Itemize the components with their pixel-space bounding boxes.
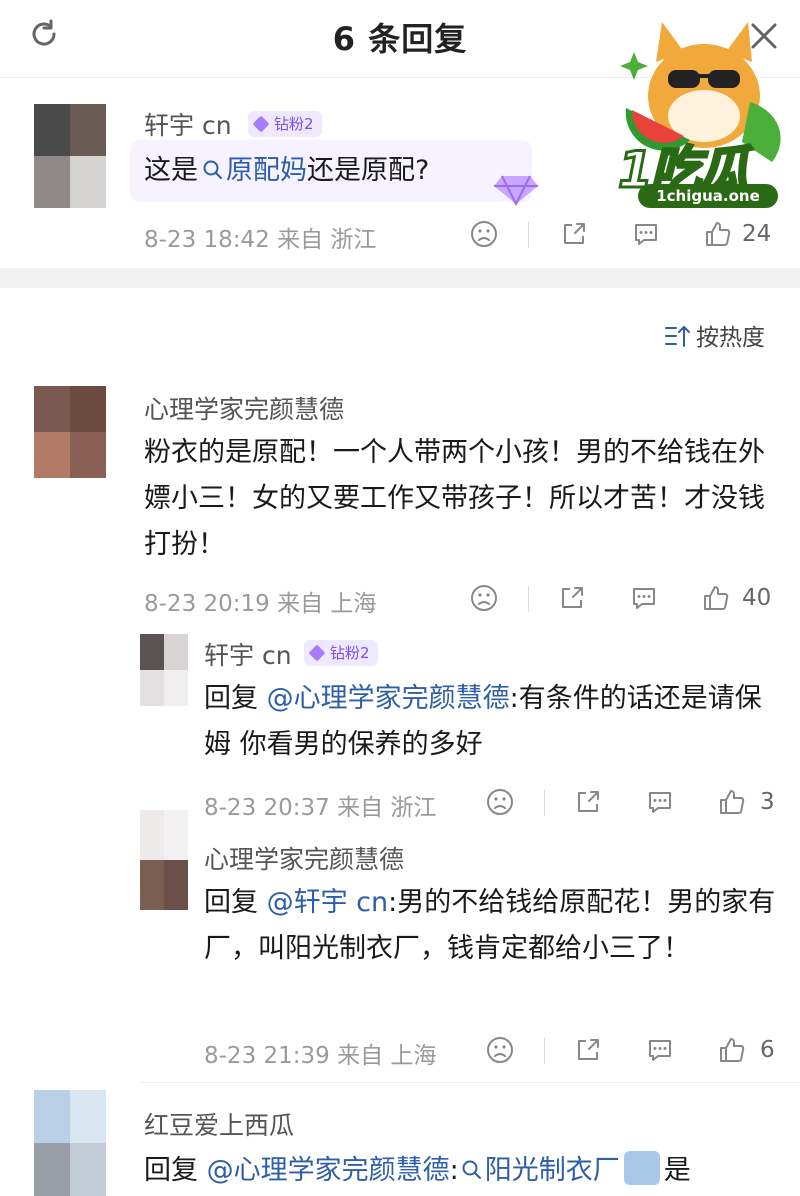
comment-text: 粉衣的是原配！一个人带两个小孩！男的不给钱在外嫖小三！女的又要工作又带孩子！所以… [144, 437, 765, 560]
like-count: 24 [742, 221, 772, 247]
dislike-icon[interactable] [482, 1032, 518, 1068]
dislike-icon[interactable] [482, 784, 518, 820]
avatar[interactable] [140, 634, 188, 706]
reply-author[interactable]: 轩宇 cn [204, 636, 292, 672]
reply-meta: 8-23 20:37 来自 浙江 [204, 795, 437, 821]
mention-link[interactable]: @轩宇 cn [267, 887, 389, 918]
dislike-icon[interactable] [466, 580, 502, 616]
gem-icon [494, 175, 538, 206]
like-count: 6 [760, 1037, 775, 1063]
like-icon[interactable] [714, 784, 750, 820]
search-icon [462, 1160, 481, 1179]
reply-prefix: 回复 [204, 887, 267, 918]
share-icon[interactable] [554, 580, 590, 616]
comment-text: 回复 @心理学家完颜慧德: 阳光制衣厂 是 [144, 1148, 691, 1194]
search-link[interactable]: 阳光制衣厂 [459, 1155, 620, 1186]
mention-link[interactable]: @心理学家完颜慧德 [207, 1155, 450, 1186]
watermark-url: 1chigua.one [638, 184, 778, 208]
like-icon[interactable] [700, 216, 736, 252]
sort-icon [665, 326, 690, 347]
like-count: 40 [742, 585, 772, 611]
like-icon[interactable] [714, 1032, 750, 1068]
emoji-icon [623, 1151, 660, 1185]
text-suffix: 是 [663, 1155, 691, 1186]
fan-badge: 钻粉2 [304, 640, 378, 666]
comment-text: 这是 原配妈还是原配? [144, 148, 429, 194]
comment-icon[interactable] [628, 216, 664, 252]
fan-badge: 钻粉2 [248, 111, 322, 137]
reply-prefix: 回复 [144, 1155, 207, 1186]
divider [528, 586, 529, 612]
share-icon[interactable] [556, 216, 592, 252]
share-icon[interactable] [570, 1032, 606, 1068]
like-icon[interactable] [698, 580, 734, 616]
sort-toggle[interactable]: 按热度 [664, 318, 765, 352]
share-icon[interactable] [570, 784, 606, 820]
search-link-label: 阳光制衣厂 [484, 1155, 620, 1186]
avatar[interactable] [140, 810, 188, 910]
reply-text: 回复 @心理学家完颜慧德:有条件的话还是请保姆 你看男的保养的多好 [204, 676, 776, 768]
reply-author[interactable]: 心理学家完颜慧德 [204, 840, 404, 876]
mention-colon: : [449, 1155, 459, 1186]
text-prefix: 这是 [144, 155, 198, 186]
mention-link[interactable]: @心理学家完颜慧德 [267, 683, 510, 714]
divider [544, 1038, 545, 1064]
comment-meta: 8-23 18:42 来自 浙江 [144, 227, 377, 253]
comment-icon[interactable] [626, 580, 662, 616]
reply-prefix: 回复 [204, 683, 267, 714]
reply-text: 回复 @轩宇 cn:男的不给钱给原配花！男的家有厂，叫阳光制衣厂，钱肯定都给小三… [204, 880, 776, 972]
reply-meta: 8-23 21:39 来自 上海 [204, 1043, 437, 1069]
sort-label: 按热度 [696, 325, 765, 351]
section-gap [0, 268, 800, 288]
search-link[interactable]: 原配妈 [198, 155, 307, 186]
comment-icon[interactable] [642, 784, 678, 820]
divider [544, 790, 545, 816]
divider [528, 222, 529, 248]
comment-divider [140, 1082, 800, 1083]
comment-meta: 8-23 20:19 来自 上海 [144, 591, 377, 617]
text-suffix: 还是原配? [307, 155, 430, 186]
avatar[interactable] [34, 1090, 106, 1196]
commenter-name[interactable]: 轩宇 cn [144, 106, 232, 142]
comment-icon[interactable] [642, 1032, 678, 1068]
search-icon [203, 160, 222, 179]
commenter-name[interactable]: 心理学家完颜慧德 [144, 390, 344, 426]
like-count: 3 [760, 789, 775, 815]
search-link-label: 原配妈 [226, 155, 307, 186]
avatar[interactable] [34, 386, 106, 478]
commenter-name[interactable]: 红豆爱上西瓜 [144, 1106, 294, 1142]
avatar[interactable] [34, 104, 106, 208]
dislike-icon[interactable] [466, 216, 502, 252]
